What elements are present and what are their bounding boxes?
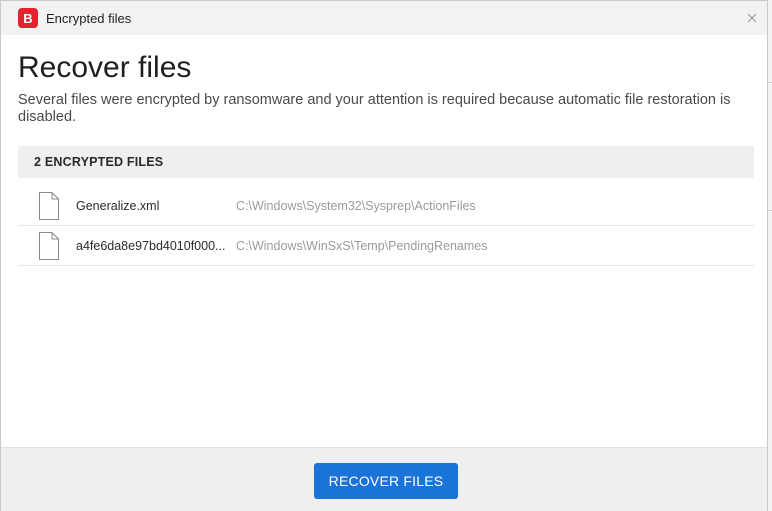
file-name: a4fe6da8e97bd4010f000... xyxy=(76,239,226,253)
file-icon xyxy=(39,232,59,260)
files-section-header: 2 ENCRYPTED FILES xyxy=(18,146,754,178)
dialog-footer: RECOVER FILES xyxy=(1,447,767,511)
encrypted-files-dialog: B Encrypted files Recover files Several … xyxy=(0,0,768,511)
file-name: Generalize.xml xyxy=(76,199,160,213)
file-icon xyxy=(39,192,59,220)
file-path: C:\Windows\System32\Sysprep\ActionFiles xyxy=(236,199,476,213)
file-path: C:\Windows\WinSxS\Temp\PendingRenames xyxy=(236,239,488,253)
files-count-label: 2 ENCRYPTED FILES xyxy=(34,155,164,169)
description-text: Several files were encrypted by ransomwa… xyxy=(18,92,731,125)
page-title: Recover files xyxy=(18,51,192,84)
close-icon[interactable] xyxy=(744,10,760,26)
file-row[interactable]: a4fe6da8e97bd4010f000... C:\Windows\WinS… xyxy=(18,226,754,266)
title-bar: B Encrypted files xyxy=(1,1,767,35)
window-title: Encrypted files xyxy=(46,11,132,26)
file-row[interactable]: Generalize.xml C:\Windows\System32\Syspr… xyxy=(18,186,754,226)
recover-files-button[interactable]: RECOVER FILES xyxy=(314,463,458,499)
app-logo-icon: B xyxy=(18,8,38,28)
